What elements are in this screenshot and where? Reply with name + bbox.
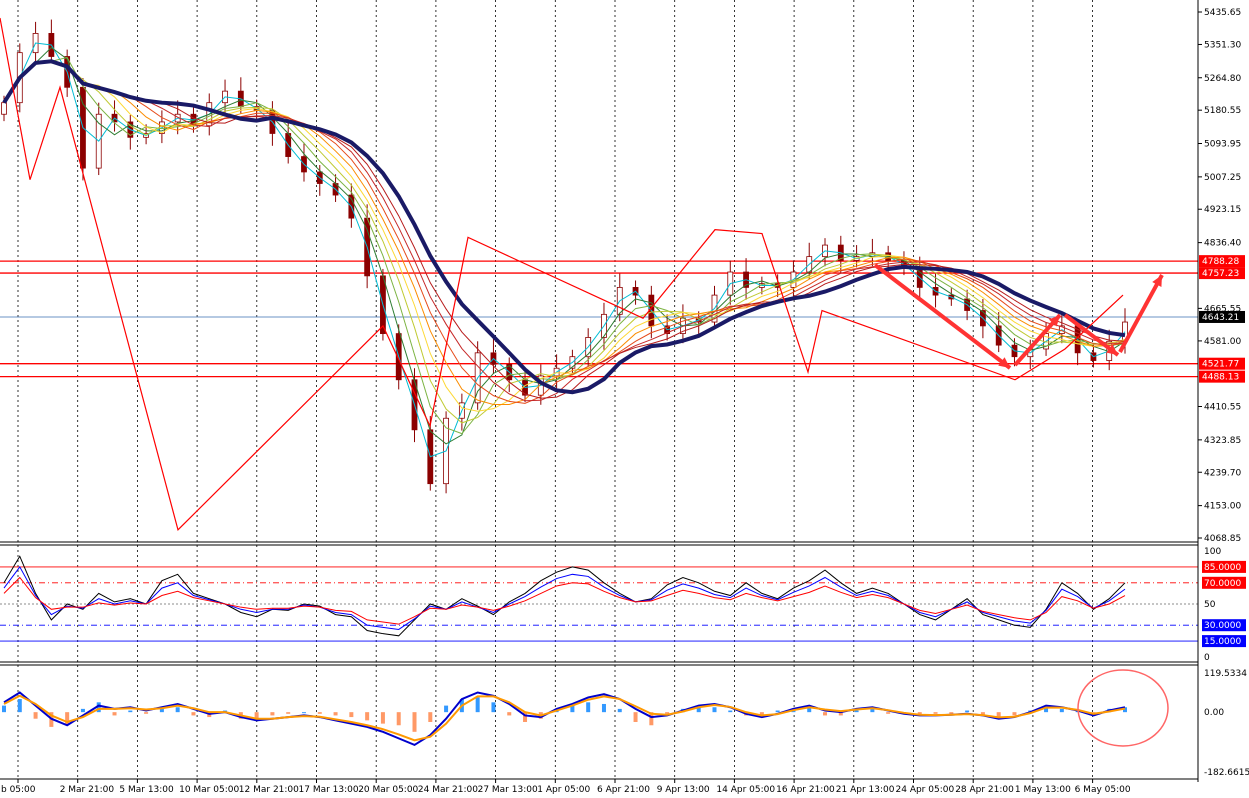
x-tick-label: 16 Apr 21:00 <box>776 785 835 795</box>
trading-chart: b 05:00 2 Mar 21:00 5 Mar 13:00 10 Mar 05:0… <box>0 0 1249 798</box>
macd-histogram-bar <box>823 712 828 716</box>
macd-histogram-bar <box>965 710 970 713</box>
x-tick-label: 6 Apr 21:00 <box>597 785 650 795</box>
oscillator-level-tag: 70.0000 <box>1202 576 1246 589</box>
macd-histogram-bar <box>444 705 449 713</box>
macd-histogram-bar <box>475 697 480 713</box>
macd-histogram-bar <box>380 712 385 724</box>
macd-histogram-bar <box>191 712 196 716</box>
x-tick-label: 14 Apr 05:00 <box>716 785 775 795</box>
macd-histogram-bar <box>144 712 149 714</box>
price-tick-label: 4410.55 <box>1204 403 1241 413</box>
macd-histogram-bar <box>333 712 338 716</box>
macd-histogram-bar <box>949 712 954 714</box>
x-tick-label: 24 Apr 05:00 <box>896 785 955 795</box>
x-tick-label: 21 Apr 13:00 <box>836 785 895 795</box>
x-tick-label: 10 Mar 05:00 <box>179 785 239 795</box>
price-tick-label: 5180.55 <box>1204 106 1241 116</box>
macd-histogram-bar <box>365 712 370 721</box>
price-tick-label: 4153.00 <box>1204 502 1241 512</box>
x-tick-label: 27 Mar 13:00 <box>478 785 538 795</box>
x-tick-label: 28 Apr 21:00 <box>955 785 1014 795</box>
macd-histogram-bar <box>633 712 638 722</box>
level-tag-label: 4788.28 <box>1202 257 1239 267</box>
macd-histogram-bar <box>712 707 717 713</box>
price-tick-label: 5351.30 <box>1204 40 1241 50</box>
x-tick-label: 1 Apr 05:00 <box>537 785 590 795</box>
price-tick-label: 4323.85 <box>1204 436 1241 446</box>
macd-histogram-bar <box>775 710 780 713</box>
macd-histogram-bar <box>886 712 891 714</box>
level-tag-label: 4521.77 <box>1202 360 1239 370</box>
price-level-tag: 4521.77 <box>1199 357 1245 370</box>
x-tick-label: 5 Mar 13:00 <box>119 785 174 795</box>
x-tick-label: 20 Mar 05:00 <box>358 785 418 795</box>
candle-body <box>1 102 7 115</box>
macd-histogram-bar <box>17 699 22 713</box>
macd-histogram-bar <box>317 712 322 714</box>
macd-histogram-bar <box>2 705 6 713</box>
oscillator-tick-label: 100 <box>1204 547 1221 557</box>
macd-histogram-bar <box>933 712 938 714</box>
macd-histogram-bar <box>128 710 133 713</box>
macd-histogram-bar <box>617 708 622 713</box>
macd-histogram-bar <box>270 712 275 716</box>
x-tick-label: 17 Mar 13:00 <box>299 785 359 795</box>
oscillator-tick-label: 0 <box>1204 653 1210 663</box>
macd-histogram-bar <box>286 712 291 714</box>
macd-histogram-bar <box>601 703 606 713</box>
price-tick-label: 4923.15 <box>1204 205 1241 215</box>
macd-histogram-bar <box>586 702 591 713</box>
macd-histogram-bar <box>349 712 354 718</box>
price-level-tag: 4488.13 <box>1199 370 1245 383</box>
macd-histogram-bar <box>507 712 512 716</box>
price-tick-label: 4239.70 <box>1204 468 1241 478</box>
oscillator-level-tag: 30.0000 <box>1202 619 1246 632</box>
current-price-label: 4643.21 <box>1202 313 1239 323</box>
macd-histogram-bar <box>412 712 417 732</box>
macd-histogram-bar <box>396 712 401 726</box>
price-tick-label: 4836.40 <box>1204 239 1241 249</box>
macd-histogram-bar <box>112 712 117 716</box>
oscillator-level-tag: 85.0000 <box>1202 560 1246 573</box>
macd-tick-label: -182.6615 <box>1204 768 1249 778</box>
macd-histogram-bar <box>428 712 433 722</box>
price-tick-label: 4581.00 <box>1204 337 1241 347</box>
macd-histogram-bar <box>159 708 164 713</box>
macd-tick-label: 119.5334 <box>1204 669 1247 679</box>
macd-histogram-bar <box>854 710 859 713</box>
macd-histogram-bar <box>33 712 38 719</box>
x-tick-label: 1 May 13:00 <box>1015 785 1071 795</box>
price-level-tag: 4757.23 <box>1199 267 1245 280</box>
price-tick-label: 5435.65 <box>1204 8 1241 18</box>
x-tick-label: 24 Mar 21:00 <box>418 785 478 795</box>
level-tag-label: 4757.23 <box>1202 269 1239 279</box>
x-tick-label: 12 Mar 21:00 <box>239 785 299 795</box>
price-tick-label: 5093.95 <box>1204 140 1241 150</box>
price-tick-label: 5007.25 <box>1204 173 1241 183</box>
macd-histogram-bar <box>80 708 85 713</box>
price-tick-label: 5264.80 <box>1204 74 1241 84</box>
level-tag-label: 4488.13 <box>1202 373 1239 383</box>
macd-histogram-bar <box>1059 708 1064 713</box>
x-tick-label: 6 May 05:00 <box>1075 785 1131 795</box>
x-tick-label: b 05:00 <box>1 785 36 795</box>
x-tick-label: 9 Apr 13:00 <box>657 785 710 795</box>
oscillator-tick-label: 50 <box>1204 600 1216 610</box>
current-price-tag: 4643.21 <box>1199 310 1245 323</box>
macd-histogram-bar <box>491 702 496 713</box>
oscillator-tag-label: 85.0000 <box>1204 563 1241 573</box>
macd-histogram-bar <box>301 712 306 714</box>
macd-histogram-bar <box>1012 712 1017 716</box>
oscillator-tag-label: 30.0000 <box>1204 621 1241 631</box>
price-tick-label: 4068.85 <box>1204 534 1241 544</box>
macd-histogram-bar <box>175 707 180 713</box>
macd-histogram-bar <box>728 710 733 713</box>
x-tick-label: 2 Mar 21:00 <box>60 785 115 795</box>
oscillator-level-tag: 15.0000 <box>1202 635 1246 648</box>
macd-tick-label: 0.00 <box>1204 708 1224 718</box>
oscillator-tag-label: 70.0000 <box>1204 579 1241 589</box>
price-level-tag: 4788.28 <box>1199 255 1245 268</box>
oscillator-tag-label: 15.0000 <box>1204 637 1241 647</box>
